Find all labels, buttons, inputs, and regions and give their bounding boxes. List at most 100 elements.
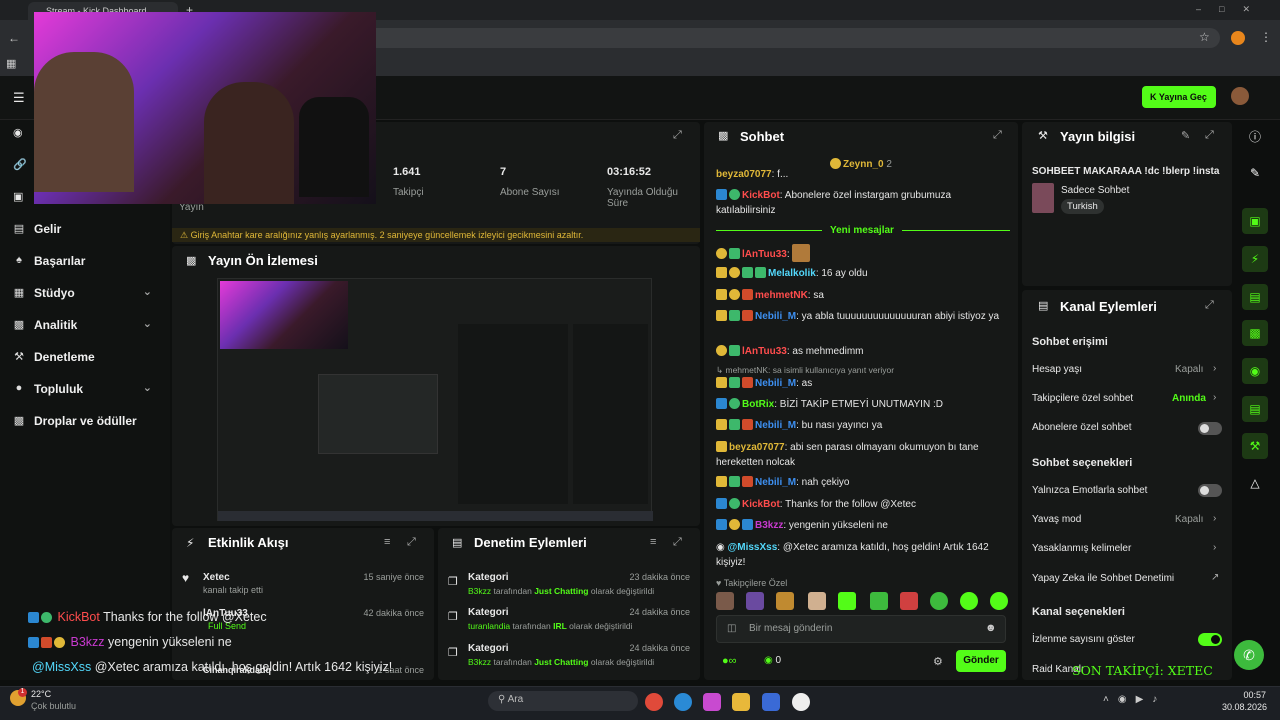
mod-category: Just Chatting — [534, 657, 589, 667]
send-button[interactable]: Gönder — [956, 650, 1006, 672]
sidebar-item-studyo[interactable]: ▦ Stüdyo ⌄ — [0, 278, 170, 308]
chat-username[interactable]: beyza07077 — [716, 169, 772, 179]
chevron-right-icon[interactable]: › — [1213, 363, 1216, 374]
activity-toggle-icon[interactable]: ⚡ — [1242, 246, 1268, 272]
ai-moderation-label[interactable]: Yapay Zeka ile Sohbet Denetimi — [1032, 573, 1174, 584]
expand-icon[interactable]: ⤢ — [673, 129, 682, 142]
moderation-toggle-icon[interactable]: ▤ — [1242, 284, 1268, 310]
chevron-right-icon[interactable]: › — [1213, 513, 1216, 524]
sidebar-item-denetleme[interactable]: ⚒ Denetleme — [0, 342, 170, 372]
account-age-value[interactable]: Kapalı — [1175, 364, 1203, 375]
system-tray[interactable]: ˄◉▶♪ — [1103, 694, 1166, 705]
chat-username[interactable]: Melalkolik — [768, 268, 816, 279]
followers-chat-value[interactable]: Anında — [1172, 393, 1206, 404]
pen-icon[interactable]: ✎ — [1242, 160, 1268, 186]
sidebar-item-analitik[interactable]: ▩ Analitik ⌄ — [0, 310, 170, 340]
apps-icon[interactable]: ▦ — [6, 57, 16, 70]
window-icon[interactable]: ▣ — [13, 190, 23, 203]
emote-icon[interactable] — [960, 592, 978, 610]
actions-toggle-icon[interactable]: ▤ — [1242, 396, 1268, 422]
bookmark-star-icon[interactable]: ☆ — [1199, 30, 1210, 44]
mod-badge-icon — [54, 637, 65, 648]
emote-icon[interactable] — [776, 592, 794, 610]
stream-preview-video[interactable] — [217, 278, 653, 521]
expand-icon[interactable]: ⤢ — [673, 536, 682, 549]
store-icon[interactable] — [762, 693, 780, 711]
chat-settings-icon[interactable]: ⚙ — [933, 655, 943, 668]
emote-icon[interactable] — [870, 592, 888, 610]
edge-icon[interactable] — [674, 693, 692, 711]
emote-icon[interactable] — [900, 592, 918, 610]
chat-toggle-icon[interactable]: ▩ — [1242, 320, 1268, 346]
channel-points[interactable]: ◉ 0 — [764, 655, 781, 666]
emote-icon[interactable] — [990, 592, 1008, 610]
sidebar-item-basarilar[interactable]: ♠ Başarılar — [0, 246, 170, 276]
chat-username[interactable]: B3kzz — [755, 520, 783, 531]
emote-icon[interactable] — [808, 592, 826, 610]
chat-username[interactable]: mehmetNK — [755, 290, 808, 301]
chat-username[interactable]: @MissXss — [728, 542, 778, 553]
browser-menu-icon[interactable]: ⋮ — [1260, 30, 1272, 44]
mod-badge-icon — [729, 267, 740, 278]
back-icon[interactable]: ← — [8, 31, 20, 45]
crown-badge-icon — [716, 441, 727, 452]
profile-avatar[interactable] — [1231, 31, 1245, 45]
info-toggle-icon[interactable]: ⚒ — [1242, 433, 1268, 459]
copy-icon: ❐ — [448, 647, 458, 659]
taskbar-search[interactable]: ⚲ Ara — [488, 691, 638, 711]
emote-icon[interactable] — [838, 592, 856, 610]
edit-icon[interactable]: ✎ — [1181, 129, 1190, 142]
external-link-icon[interactable]: ↗ — [1211, 572, 1219, 583]
slow-mode-value[interactable]: Kapalı — [1175, 514, 1203, 525]
chat-username[interactable]: BotRix — [742, 399, 774, 410]
emote-icon[interactable] — [930, 592, 948, 610]
subs-chat-toggle[interactable] — [1198, 422, 1222, 435]
banned-words-label[interactable]: Yasaklanmış kelimeler — [1032, 543, 1131, 554]
chevron-right-icon[interactable]: › — [1213, 392, 1216, 403]
expand-icon[interactable]: ⤢ — [407, 536, 416, 549]
link-icon[interactable]: 🔗 — [13, 158, 27, 171]
activity-name: Xetec — [203, 572, 230, 583]
points-icon[interactable]: ●∞ — [722, 655, 737, 667]
filter-icon[interactable]: ≡ — [650, 536, 656, 548]
chat-username[interactable]: lAnTuu33 — [742, 346, 787, 357]
sidebar-item-topluluk[interactable]: ● Topluluk ⌄ — [0, 374, 170, 404]
chat-input[interactable]: ◫ Bir mesaj gönderin ☻ — [716, 615, 1006, 643]
filter-icon[interactable]: ≡ — [384, 536, 390, 548]
chat-username[interactable]: beyza07077 — [729, 442, 785, 453]
expand-icon[interactable]: ⤢ — [1205, 299, 1214, 312]
emote-icon[interactable] — [716, 592, 734, 610]
window-controls[interactable]: –□✕ — [1196, 4, 1268, 15]
chevron-right-icon[interactable]: › — [1213, 542, 1216, 553]
chat-username[interactable]: KickBot — [742, 499, 780, 510]
expand-icon[interactable]: ⤢ — [1205, 129, 1214, 142]
expand-icon[interactable]: ⤢ — [993, 129, 1002, 142]
stats-toggle-icon[interactable]: ◉ — [1242, 358, 1268, 384]
info-icon[interactable]: ⓘ — [1242, 124, 1268, 150]
sidebar-item-gelir[interactable]: ▤ Gelir — [0, 214, 170, 244]
chrome-icon[interactable] — [645, 693, 663, 711]
chat-username[interactable]: Nebili_M — [755, 420, 796, 431]
emote-icon[interactable] — [746, 592, 764, 610]
chat-username[interactable]: Nebili_M — [755, 477, 796, 488]
show-viewers-toggle[interactable] — [1198, 633, 1222, 646]
chat-username[interactable]: lAnTuu33 — [742, 249, 787, 260]
folder-icon[interactable] — [732, 693, 750, 711]
layout-icon[interactable]: △ — [1242, 470, 1268, 496]
go-live-button[interactable]: K Yayına Geç — [1142, 86, 1216, 108]
chat-username[interactable]: Nebili_M — [755, 311, 796, 322]
support-icon[interactable]: ✆ — [1234, 640, 1264, 670]
preview-toggle-icon[interactable]: ▣ — [1242, 208, 1268, 234]
emote-only-toggle[interactable] — [1198, 484, 1222, 497]
sidebar-item-droplar[interactable]: ▩ Droplar ve ödüller — [0, 406, 170, 436]
emoji-icon[interactable]: ☻ — [985, 622, 997, 634]
dashboard-icon[interactable]: ◉ — [13, 126, 23, 139]
user-avatar[interactable] — [1231, 87, 1249, 105]
copilot-icon[interactable] — [703, 693, 721, 711]
overlay-username: B3kzz — [70, 635, 105, 649]
obs-icon[interactable] — [792, 693, 810, 711]
chat-username[interactable]: KickBot — [742, 190, 780, 201]
menu-icon[interactable]: ☰ — [13, 90, 25, 106]
bot-badge-icon — [742, 519, 753, 530]
chat-username[interactable]: Nebili_M — [755, 378, 796, 389]
